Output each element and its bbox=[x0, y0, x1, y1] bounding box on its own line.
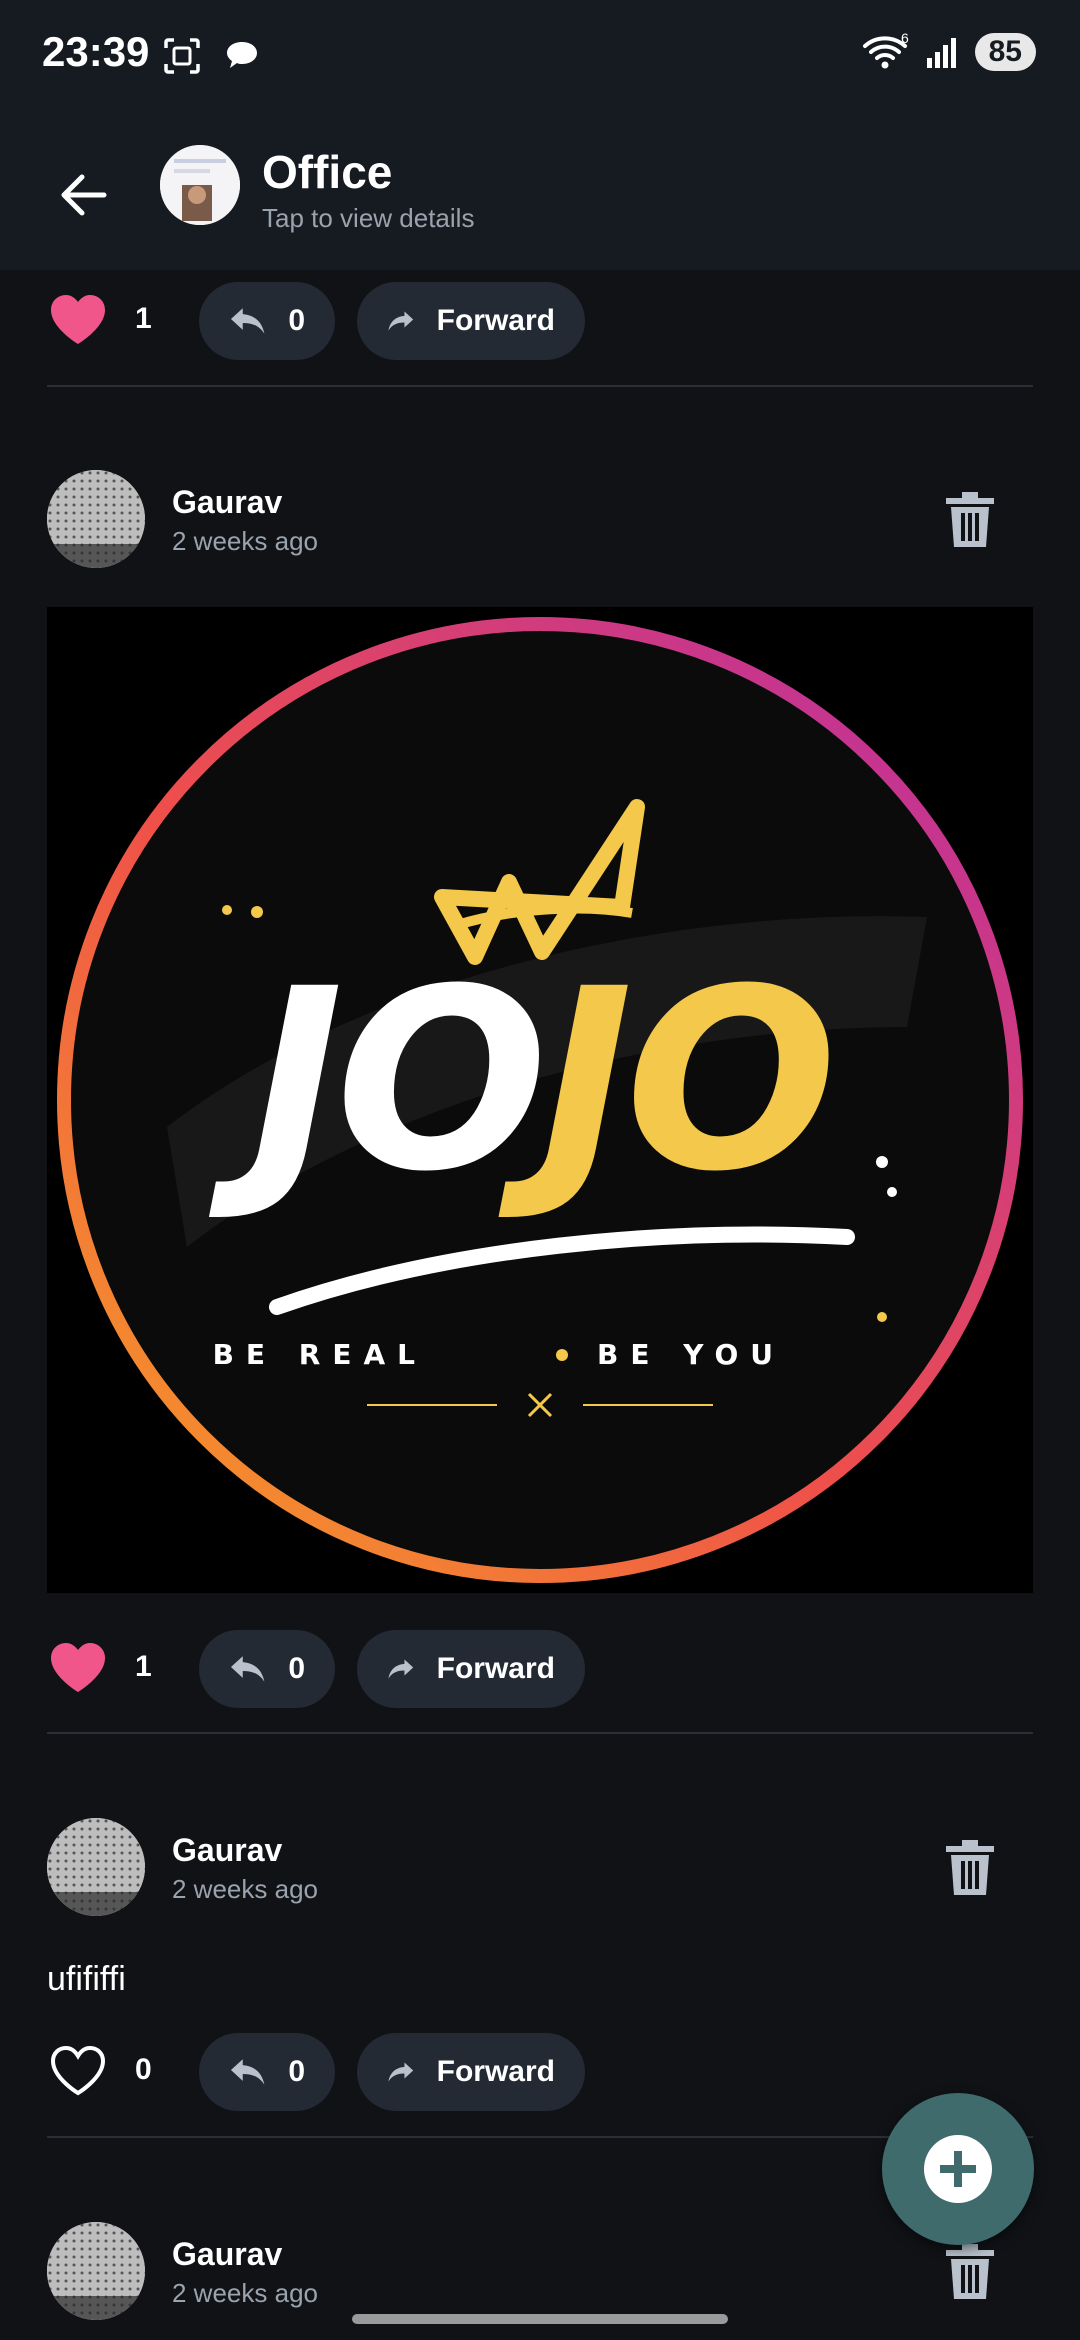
status-bar: 23:39 6 85 bbox=[0, 0, 1080, 115]
gesture-bar[interactable] bbox=[352, 2314, 728, 2324]
app-bar: Office Tap to view details bbox=[0, 115, 1080, 270]
group-avatar[interactable] bbox=[160, 145, 240, 225]
brand-text-part: JO bbox=[498, 935, 830, 1226]
post-timestamp: 2 weeks ago bbox=[172, 526, 318, 556]
post-text: ufififfi bbox=[47, 1960, 126, 1998]
author-avatar[interactable] bbox=[47, 470, 145, 568]
post-actions: 0 0 Forward bbox=[47, 2033, 647, 2111]
trash-icon[interactable] bbox=[942, 2242, 998, 2302]
reply-icon bbox=[230, 1656, 265, 1682]
post-divider bbox=[47, 385, 1033, 387]
status-system-icons: 6 85 bbox=[861, 32, 1036, 72]
forward-button[interactable]: Forward bbox=[357, 1630, 585, 1708]
wifi-icon: 6 bbox=[862, 32, 909, 69]
group-title[interactable]: Office bbox=[262, 145, 392, 199]
heart-filled-icon[interactable] bbox=[47, 292, 109, 348]
forward-button[interactable]: Forward bbox=[357, 2033, 585, 2111]
reply-icon bbox=[230, 2059, 265, 2085]
screenshot-icon bbox=[164, 38, 200, 74]
forward-icon bbox=[388, 2062, 414, 2082]
back-arrow-icon[interactable] bbox=[52, 163, 116, 227]
like-count: 0 bbox=[135, 2053, 152, 2086]
forward-icon bbox=[388, 1659, 414, 1679]
group-subtitle[interactable]: Tap to view details bbox=[262, 203, 474, 234]
forward-icon bbox=[388, 311, 414, 331]
reply-count: 0 bbox=[288, 1652, 305, 1685]
reply-button[interactable]: 0 bbox=[199, 282, 335, 360]
post-actions: 1 0 Forward bbox=[47, 282, 647, 360]
trash-icon[interactable] bbox=[942, 490, 998, 550]
post-actions: 1 0 Forward bbox=[47, 1630, 647, 1708]
new-post-button[interactable] bbox=[882, 2093, 1034, 2245]
author-name[interactable]: Gaurav bbox=[172, 484, 282, 521]
post-image[interactable]: JOJO BE REAL BE YOU bbox=[47, 607, 1033, 1593]
forward-button[interactable]: Forward bbox=[357, 282, 585, 360]
author-name[interactable]: Gaurav bbox=[172, 1832, 282, 1869]
status-time: 23:39 bbox=[42, 28, 150, 75]
brand-text: JOJO bbox=[208, 935, 829, 1226]
tagline-left: BE REAL bbox=[213, 1338, 427, 1371]
trash-icon[interactable] bbox=[942, 1838, 998, 1898]
post-timestamp: 2 weeks ago bbox=[172, 1874, 318, 1904]
reply-count: 0 bbox=[288, 304, 305, 337]
like-count: 1 bbox=[135, 302, 152, 335]
author-name[interactable]: Gaurav bbox=[172, 2236, 282, 2273]
status-notification-icons bbox=[162, 36, 262, 76]
post-timestamp: 2 weeks ago bbox=[172, 2278, 318, 2308]
like-count: 1 bbox=[135, 1650, 152, 1683]
battery-indicator: 85 bbox=[974, 33, 1036, 71]
reply-button[interactable]: 0 bbox=[199, 2033, 335, 2111]
reply-count: 0 bbox=[288, 2055, 305, 2088]
forward-label: Forward bbox=[436, 2055, 555, 2088]
heart-outline-icon[interactable] bbox=[47, 2043, 109, 2099]
brand-text-part: JO bbox=[208, 935, 540, 1226]
heart-filled-icon[interactable] bbox=[47, 1640, 109, 1696]
chat-bubble-icon bbox=[227, 42, 257, 68]
forward-label: Forward bbox=[436, 1652, 555, 1685]
forward-label: Forward bbox=[436, 304, 555, 337]
tagline-right: BE YOU bbox=[597, 1338, 785, 1371]
signal-icon bbox=[926, 38, 956, 68]
author-avatar[interactable] bbox=[47, 1818, 145, 1916]
reply-button[interactable]: 0 bbox=[199, 1630, 335, 1708]
reply-icon bbox=[230, 308, 265, 334]
plus-icon bbox=[924, 2135, 992, 2203]
network-type-label: 6 bbox=[901, 32, 909, 46]
post-divider bbox=[47, 1732, 1033, 1734]
author-avatar[interactable] bbox=[47, 2222, 145, 2320]
